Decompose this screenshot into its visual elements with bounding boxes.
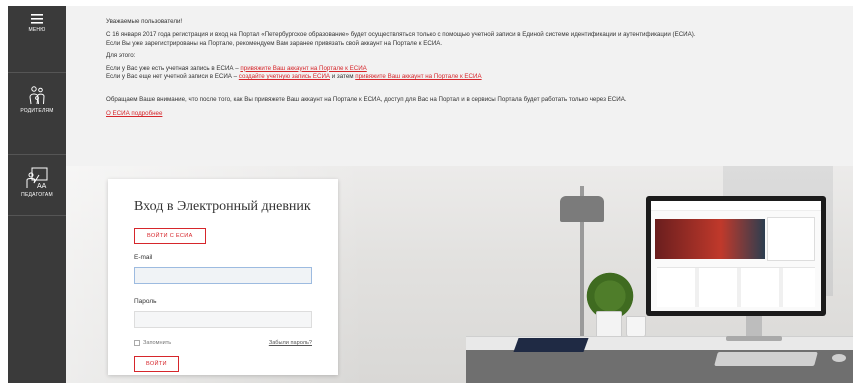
email-label: E-mail xyxy=(134,254,153,261)
menu-button[interactable]: МЕНЮ xyxy=(8,6,66,44)
remember-row: Запомнить Забыли пароль? xyxy=(134,340,312,346)
esia-login-button[interactable]: ВОЙТИ С ЕСИА xyxy=(134,228,206,244)
remember-label: Запомнить xyxy=(143,340,172,346)
forgot-password-link[interactable]: Забыли пароль? xyxy=(269,340,312,346)
notice-greeting: Уважаемые пользователи! xyxy=(106,18,183,25)
login-card: Вход в Электронный дневник ВОЙТИ С ЕСИА … xyxy=(108,179,338,375)
esia-more-link[interactable]: О ЕСИА подробнее xyxy=(106,110,162,117)
parents-label: РОДИТЕЛЯМ xyxy=(20,108,54,114)
monitor-image xyxy=(646,196,826,316)
login-submit-button[interactable]: ВОЙТИ xyxy=(134,356,179,372)
notice-attention: Обращаем Ваше внимание, что после того, … xyxy=(106,96,627,104)
notice-for-this: Для этого: xyxy=(106,52,136,60)
notice-line-1: С 16 января 2017 года регистрация и вход… xyxy=(106,31,696,39)
has-account-text: Если у Вас уже есть учетная запись в ЕСИ… xyxy=(106,64,241,72)
sidebar-item-parents[interactable]: РОДИТЕЛЯМ xyxy=(8,72,66,134)
hamburger-icon xyxy=(31,14,43,24)
mouse-image xyxy=(832,354,846,362)
remember-checkbox-group[interactable]: Запомнить xyxy=(134,340,171,346)
teachers-label: ПЕДАГОГАМ xyxy=(21,192,53,198)
bind-account-link[interactable]: привяжите Ваш аккаунт на Портале к ЕСИА xyxy=(240,65,366,72)
create-account-link[interactable]: создайте учетную запись ЕСИА xyxy=(239,73,330,80)
notice-has-account: Если у Вас уже есть учетная запись в ЕСИ… xyxy=(106,65,853,73)
notice-panel: Уважаемые пользователи! С 16 января 2017… xyxy=(66,6,853,166)
teacher-icon-text: AA xyxy=(37,183,47,189)
no-account-text: Если у Вас еще нет учетной записи в ЕСИА… xyxy=(106,73,239,81)
notice-line-2: Если Вы уже зарегистрированы на Портале,… xyxy=(106,39,443,47)
password-input[interactable] xyxy=(134,311,312,328)
sidebar: МЕНЮ РОДИТЕЛЯМ AA ПЕДАГОГАМ xyxy=(8,6,66,383)
keyboard-image xyxy=(714,352,818,366)
notice-no-account: Если у Вас еще нет учетной записи в ЕСИА… xyxy=(106,73,853,81)
remember-checkbox[interactable] xyxy=(134,340,140,346)
mug-image xyxy=(626,316,646,338)
email-input[interactable] xyxy=(134,267,312,284)
login-title: Вход в Электронный дневник xyxy=(134,199,311,214)
teacher-board-icon: AA xyxy=(26,167,48,189)
password-label: Пароль xyxy=(134,298,157,305)
bind-account-link-2[interactable]: привяжите Ваш аккаунт на Портале к ЕСИА xyxy=(355,73,481,80)
and-then-text: и затем xyxy=(330,73,356,81)
notebook-image xyxy=(513,338,589,352)
family-icon xyxy=(29,86,45,105)
menu-label: МЕНЮ xyxy=(28,27,46,33)
sidebar-item-teachers[interactable]: AA ПЕДАГОГАМ xyxy=(8,154,66,216)
plant-image xyxy=(586,266,634,316)
